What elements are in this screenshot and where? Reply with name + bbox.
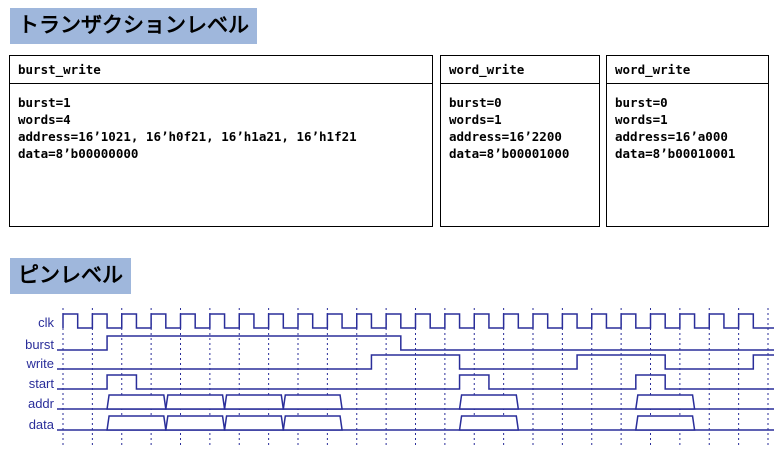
signal-waveforms: [57, 313, 774, 431]
signal-label-data: data: [29, 417, 55, 432]
wave-data-valid: [106, 415, 167, 431]
timing-diagram: clk burst write start addr data: [25, 308, 774, 446]
transaction-field: address=16’1021, 16’h0f21, 16’h1a21, 16’…: [18, 129, 357, 144]
transaction-field: burst=0: [615, 95, 668, 110]
signal-label-clk: clk: [38, 315, 54, 330]
wave-addr-valid: [634, 394, 696, 410]
signal-label-start: start: [29, 376, 55, 391]
wave-start: [57, 374, 774, 390]
signal-label-addr: addr: [28, 396, 55, 411]
transaction-field: address=16’2200: [449, 129, 562, 144]
wave-addr-valid: [164, 394, 226, 410]
transaction-box-burst-write: burst_write burst=1 words=4 address=16’1…: [9, 55, 433, 227]
transaction-box-word-write-1: word_write burst=0 words=1 address=16’22…: [440, 55, 600, 227]
transaction-field: burst=0: [449, 95, 502, 110]
transaction-name: burst_write: [10, 56, 432, 84]
transaction-name: word_write: [441, 56, 599, 84]
signal-label-burst: burst: [25, 337, 54, 352]
transaction-field: data=8’b00001000: [449, 146, 570, 161]
wave-addr-valid: [106, 394, 167, 410]
wave-write: [57, 354, 774, 370]
transaction-box-word-write-2: word_write burst=0 words=1 address=16’a0…: [606, 55, 769, 227]
wave-addr-valid: [282, 394, 343, 410]
transaction-field: data=8’b00000000: [18, 146, 139, 161]
wave-addr-valid: [223, 394, 285, 410]
signal-labels: clk burst write start addr data: [25, 315, 55, 432]
pin-level-title: ピンレベル: [10, 258, 131, 294]
transaction-field: data=8’b00010001: [615, 146, 736, 161]
transaction-field: burst=1: [18, 95, 71, 110]
transaction-field: words=1: [615, 112, 668, 127]
wave-data-valid: [164, 415, 226, 431]
transaction-level-title: トランザクションレベル: [10, 8, 257, 44]
transaction-field: address=16’a000: [615, 129, 728, 144]
wave-data-valid: [634, 415, 696, 431]
transaction-name: word_write: [607, 56, 768, 84]
transaction-field: words=4: [18, 112, 71, 127]
wave-data-valid: [282, 415, 343, 431]
wave-data-valid: [458, 415, 520, 431]
wave-clk: [62, 313, 774, 329]
wave-addr-valid: [458, 394, 520, 410]
wave-data-valid: [223, 415, 285, 431]
transaction-field: words=1: [449, 112, 502, 127]
signal-label-write: write: [26, 356, 54, 371]
